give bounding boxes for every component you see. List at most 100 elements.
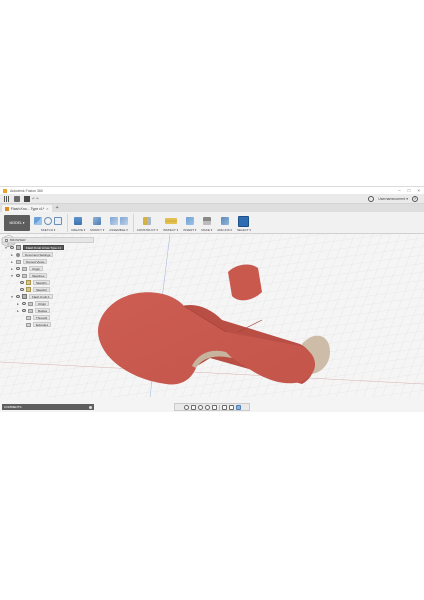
tree-item-component-origin[interactable]: ▸ Origin [16, 300, 50, 307]
collapse-icon[interactable] [5, 238, 8, 242]
browser-header[interactable]: BROWSER [2, 237, 94, 243]
visibility-icon[interactable] [16, 295, 20, 298]
caret-right-icon[interactable]: ▸ [10, 260, 14, 264]
folder-icon [28, 308, 33, 313]
look-at-icon[interactable] [190, 404, 196, 410]
scripts-icon[interactable] [220, 217, 229, 225]
insert-image-icon[interactable] [185, 217, 194, 225]
orbit-icon[interactable] [183, 404, 189, 410]
rectangle-icon[interactable] [54, 217, 62, 225]
addins-group[interactable]: ADD-INS ▾ [217, 212, 232, 232]
caret-right-icon[interactable]: ▸ [16, 309, 20, 313]
select-menu-label[interactable]: SELECT ▾ [237, 228, 251, 232]
extrude-icon[interactable] [74, 217, 83, 225]
construct-menu-label[interactable]: CONSTRUCT ▾ [137, 228, 158, 232]
new-tab-button[interactable]: + [56, 205, 59, 211]
component-icon [22, 294, 27, 299]
minimize-button[interactable]: – [398, 187, 401, 194]
workspace-switcher[interactable]: MODEL ▾ [4, 215, 30, 231]
close-button[interactable]: × [417, 187, 420, 194]
save-icon[interactable] [24, 195, 30, 202]
maximize-button[interactable]: □ [408, 187, 411, 194]
tree-item-sketch2[interactable]: Sketch2 [20, 286, 50, 293]
tree-item-origin[interactable]: ▸ Origin [10, 265, 44, 272]
modify-group[interactable]: MODIFY ▾ [90, 212, 104, 232]
addins-menu-label[interactable]: ADD-INS ▾ [217, 228, 232, 232]
viewports-icon[interactable] [235, 404, 241, 410]
inspect-group[interactable]: INSPECT ▾ [163, 212, 178, 232]
tree-item-label: Flash Knob Arrow Type c1 [23, 245, 64, 250]
caret-down-icon[interactable]: ▾ [4, 246, 8, 250]
construct-group[interactable]: CONSTRUCT ▾ [137, 212, 158, 232]
browser-panel: BROWSER ▾ Flash Knob Arrow Type c1 ▸ Doc… [2, 237, 94, 333]
user-account-menu[interactable]: Usernamecurrent ▾ [378, 197, 408, 201]
3d-print-icon[interactable] [202, 217, 211, 225]
make-menu-label[interactable]: MAKE ▾ [201, 228, 212, 232]
assemble-group[interactable]: ASSEMBLE ▾ [109, 212, 128, 232]
visibility-icon[interactable] [20, 281, 24, 284]
add-comment-icon[interactable] [89, 405, 92, 409]
sketch-group[interactable]: SKETCH ▾ [34, 212, 62, 232]
tree-item-extrude1[interactable]: Extrude1 [26, 321, 52, 328]
tree-item-label: Document Settings [22, 252, 54, 257]
tree-item-document-settings[interactable]: ▸ Document Settings [10, 251, 54, 258]
create-sketch-icon[interactable] [34, 217, 42, 225]
file-menu-icon[interactable] [14, 195, 20, 202]
visibility-icon[interactable] [22, 309, 26, 312]
help-icon[interactable]: ? [412, 196, 418, 202]
close-tab-icon[interactable]: × [46, 206, 48, 211]
insert-menu-label[interactable]: INSERT ▾ [183, 228, 196, 232]
caret-right-icon[interactable]: ▸ [10, 253, 14, 257]
title-bar: Autodesk Fusion 360 – □ × [0, 187, 424, 194]
create-group[interactable]: CREATE ▾ [71, 212, 85, 232]
modify-menu-label[interactable]: MODIFY ▾ [90, 228, 104, 232]
sketch-icon [26, 280, 31, 285]
display-settings-icon[interactable] [221, 404, 227, 410]
tree-item-label: Named Views [23, 259, 48, 264]
tree-item-sketches[interactable]: ▾ Sketches [10, 272, 48, 279]
tree-item-root[interactable]: ▾ Flash Knob Arrow Type c1 [4, 244, 64, 251]
tree-item-bodies[interactable]: ▸ Bodies [16, 307, 51, 314]
caret-down-icon[interactable]: ▾ [10, 274, 14, 278]
folder-icon [22, 266, 27, 271]
caret-right-icon[interactable]: ▸ [10, 267, 14, 271]
tree-item-sketch1[interactable]: Sketch1 [20, 279, 50, 286]
sketch-menu-label[interactable]: SKETCH ▾ [41, 228, 56, 232]
visibility-icon[interactable] [10, 246, 14, 249]
document-tab[interactable]: Flash Kno... Type c1* × [2, 205, 52, 212]
pan-icon[interactable] [197, 404, 203, 410]
tree-item-label: Origin [35, 301, 50, 306]
undo-redo-buttons[interactable]: ↶ ↷ [32, 197, 39, 201]
caret-right-icon[interactable]: ▸ [16, 302, 20, 306]
visibility-icon[interactable] [22, 302, 26, 305]
joint-icon[interactable] [119, 217, 128, 225]
fit-icon[interactable] [211, 404, 217, 410]
tree-item-component[interactable]: ▾ Flash Knob:1 [10, 293, 53, 300]
press-pull-icon[interactable] [93, 217, 102, 225]
zoom-icon[interactable] [204, 404, 210, 410]
measure-icon[interactable] [164, 218, 177, 224]
comments-panel[interactable]: COMMENTS [2, 404, 94, 410]
select-icon[interactable] [238, 215, 250, 227]
visibility-icon[interactable] [20, 288, 24, 291]
insert-group[interactable]: INSERT ▾ [183, 212, 196, 232]
caret-down-icon[interactable]: ▾ [10, 295, 14, 299]
fusion-window: Autodesk Fusion 360 – □ × ↶ ↷ Usernamecu… [0, 186, 424, 412]
create-menu-label[interactable]: CREATE ▾ [71, 228, 85, 232]
data-panel-icon[interactable] [4, 195, 10, 202]
make-group[interactable]: MAKE ▾ [201, 212, 212, 232]
job-status-icon[interactable] [368, 196, 375, 202]
visibility-icon[interactable] [16, 267, 20, 270]
component-icon [16, 245, 21, 250]
offset-plane-icon[interactable] [143, 217, 152, 225]
grid-settings-icon[interactable] [228, 404, 234, 410]
part-outlet-tube[interactable] [228, 264, 262, 301]
new-component-icon[interactable] [109, 217, 118, 225]
select-group[interactable]: SELECT ▾ [237, 212, 251, 232]
tree-item-named-views[interactable]: ▸ Named Views [10, 258, 48, 265]
assemble-menu-label[interactable]: ASSEMBLE ▾ [109, 228, 128, 232]
arc-icon[interactable] [44, 217, 52, 225]
tree-item-thread1[interactable]: Thread1 [26, 314, 51, 321]
inspect-menu-label[interactable]: INSPECT ▾ [163, 228, 178, 232]
visibility-icon[interactable] [16, 274, 20, 277]
